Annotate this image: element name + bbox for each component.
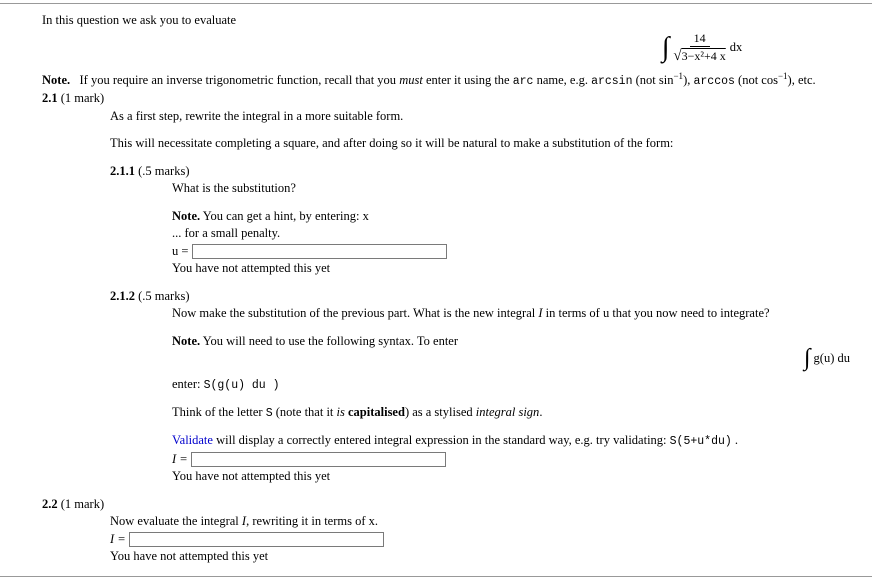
question-body: In this question we ask you to evaluate … <box>0 10 872 570</box>
integral-denominator: √3−x²+4 x <box>673 47 725 65</box>
validate-link[interactable]: Validate <box>172 433 213 447</box>
part-2-2-header: 2.2 (1 mark) <box>42 496 862 514</box>
integral-x-input[interactable] <box>129 532 384 547</box>
note-label: Note. <box>42 73 70 87</box>
part-2-1-text-b: This will necessitate completing a squar… <box>110 135 862 153</box>
think-line: Think of the letter S (note that it is c… <box>172 404 862 422</box>
part-2-1-2-status: You have not attempted this yet <box>172 468 862 486</box>
gu-du-display: ∫ g(u) du <box>804 346 850 370</box>
part-2-1-header: 2.1 (1 mark) <box>42 90 862 108</box>
integral-numerator: 14 <box>690 32 710 47</box>
part-2-1-text-a: As a first step, rewrite the integral in… <box>110 108 862 126</box>
part-2-1-1-status: You have not attempted this yet <box>172 260 862 278</box>
part-2-1-2-note: Note. You will need to use the following… <box>172 333 862 351</box>
part-2-1-1-header: 2.1.1 (.5 marks) <box>110 163 862 181</box>
part-2-2-status: You have not attempted this yet <box>110 548 862 566</box>
main-note: Note. If you require an inverse trigonom… <box>42 72 862 90</box>
part-2-2-q: Now evaluate the integral I, rewriting i… <box>110 513 862 531</box>
part-2-1-1-note2: ... for a small penalty. <box>172 225 862 243</box>
part-2-1-2-input-row: I = <box>172 451 862 469</box>
part-2-1-1-input-row: u = <box>172 243 862 261</box>
enter-line: enter: S(g(u) du ) <box>172 376 862 394</box>
integral-display: ∫ 14 √3−x²+4 x dx <box>602 32 802 65</box>
i-equals-label-22: I = <box>110 532 129 546</box>
part-2-1-1-q: What is the substitution? <box>172 180 862 198</box>
u-equals-label: u = <box>172 244 192 258</box>
integral-dx: dx <box>730 39 743 57</box>
u-substitution-input[interactable] <box>192 244 447 259</box>
integral-sign-icon: ∫ <box>662 34 670 62</box>
integral-u-input[interactable] <box>191 452 446 467</box>
part-2-1-2-header: 2.1.2 (.5 marks) <box>110 288 862 306</box>
i-equals-label-212: I = <box>172 452 191 466</box>
part-2-1-2-q: Now make the substitution of the previou… <box>172 305 862 323</box>
intro-text: In this question we ask you to evaluate <box>42 12 862 30</box>
part-2-2-input-row: I = <box>110 531 862 549</box>
validate-line: Validate will display a correctly entere… <box>172 432 862 450</box>
part-2-1-1-note: Note. You can get a hint, by entering: x <box>172 208 862 226</box>
small-integral-sign-icon: ∫ <box>804 346 811 370</box>
